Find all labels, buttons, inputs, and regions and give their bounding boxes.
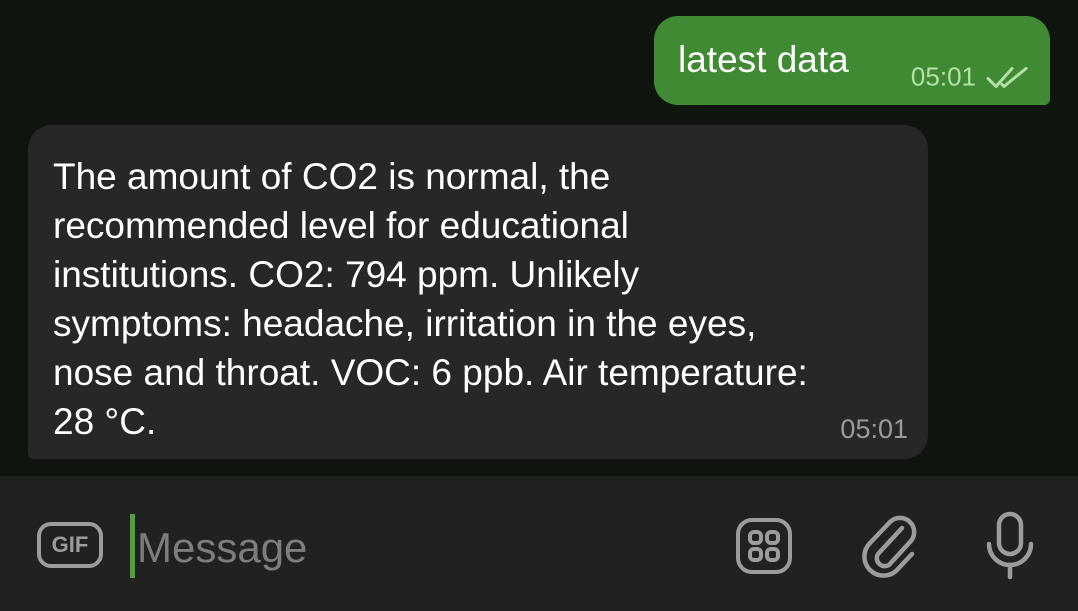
incoming-message-text: The amount of CO2 is normal, the recomme…	[53, 152, 913, 446]
incoming-message-line: The amount of CO2 is normal, the	[53, 156, 611, 197]
incoming-message-line: nose and throat. VOC: 6 ppb. Air tempera…	[53, 352, 808, 393]
attach-icon[interactable]	[858, 510, 922, 580]
outgoing-message-text: latest data	[678, 39, 849, 80]
chat-screen: latest data 05:01 The amount of CO2 is n…	[0, 0, 1078, 611]
incoming-message[interactable]: The amount of CO2 is normal, the recomme…	[28, 125, 928, 459]
incoming-message-line: recommended level for educational	[53, 205, 629, 246]
incoming-message-line: 28 °C.	[53, 401, 157, 442]
outgoing-message-meta: 05:01	[911, 62, 1030, 93]
incoming-message-line: institutions. CO2: 794 ppm. Unlikely	[53, 254, 640, 295]
message-list[interactable]: latest data 05:01 The amount of CO2 is n…	[0, 0, 1078, 476]
outgoing-message[interactable]: latest data 05:01	[654, 16, 1050, 105]
text-cursor	[130, 514, 135, 578]
gif-icon[interactable]: GIF	[37, 522, 103, 568]
sticker-icon[interactable]	[733, 515, 795, 577]
gif-label: GIF	[51, 532, 89, 557]
message-input[interactable]	[137, 520, 697, 576]
incoming-message-line: symptoms: headache, irritation in the ey…	[53, 303, 757, 344]
outgoing-message-time: 05:01	[910, 61, 976, 92]
incoming-message-time: 05:01	[840, 414, 908, 444]
microphone-icon[interactable]	[980, 510, 1040, 582]
double-check-icon	[986, 64, 1030, 90]
